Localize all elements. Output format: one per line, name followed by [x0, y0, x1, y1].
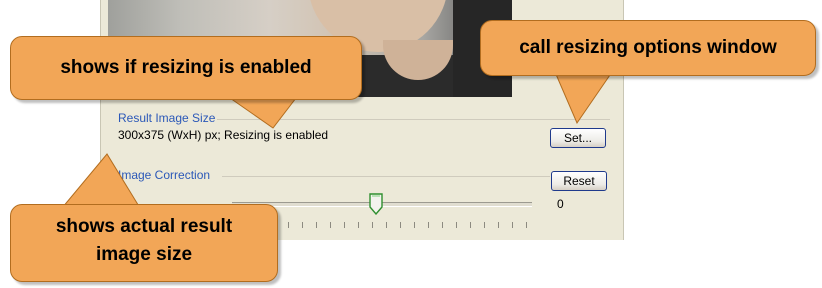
callout-actual-size-line2: image size — [95, 244, 193, 265]
callout-options-pointer — [554, 71, 613, 125]
callout-resizing-pointer — [228, 97, 298, 129]
callout-actual-size-line1: shows actual result — [55, 216, 233, 237]
callout-resizing-enabled-text: shows if resizing is enabled — [60, 57, 312, 78]
callout-size-pointer — [60, 153, 141, 209]
callout-resizing-enabled: shows if resizing is enabled — [10, 36, 362, 100]
callout-options-window-text: call resizing options window — [519, 37, 777, 58]
callout-actual-size: shows actual result image size — [10, 204, 278, 282]
callout-options-window: call resizing options window — [480, 20, 816, 76]
